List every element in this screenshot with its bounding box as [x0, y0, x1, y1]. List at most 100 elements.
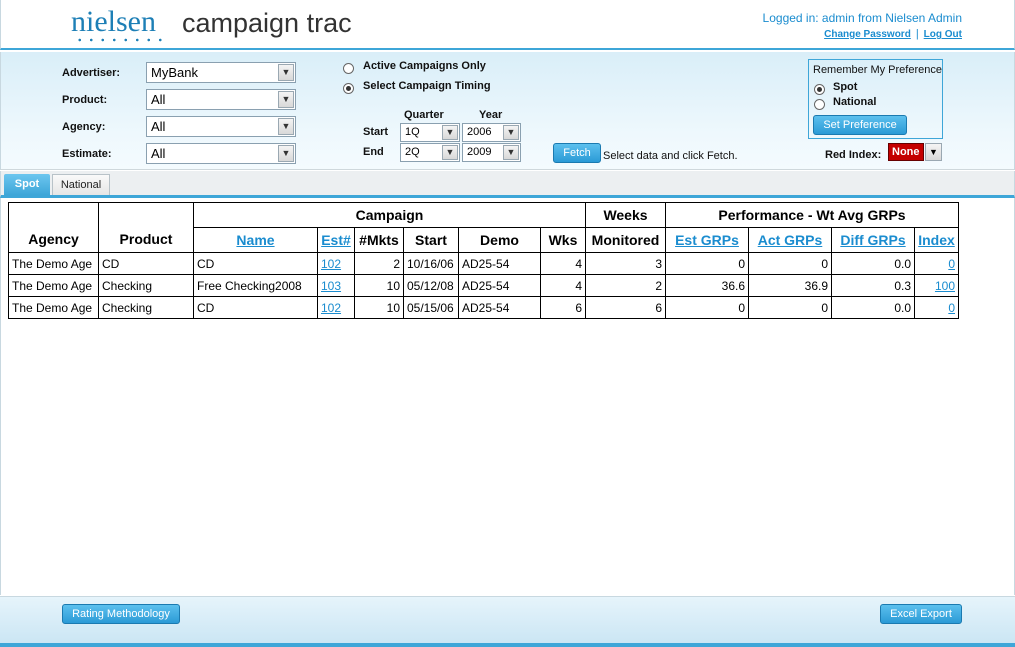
- col-diff-grps[interactable]: Diff GRPs: [831, 227, 915, 253]
- cell-index[interactable]: 100: [914, 274, 959, 297]
- chevron-down-icon[interactable]: ▼: [278, 118, 294, 135]
- tab-spot[interactable]: Spot: [4, 174, 50, 195]
- chevron-down-icon[interactable]: ▼: [925, 143, 942, 161]
- year-label: Year: [479, 109, 503, 121]
- cell-wks: 4: [540, 274, 586, 297]
- start-label: Start: [363, 126, 389, 138]
- cell-mkts: 10: [354, 296, 404, 319]
- set-preference-button[interactable]: Set Preference: [813, 115, 907, 135]
- group-campaign: Campaign: [193, 202, 586, 228]
- log-out-link[interactable]: Log Out: [924, 29, 962, 40]
- cell-est-grps: 36.6: [665, 274, 749, 297]
- col-index[interactable]: Index: [914, 227, 959, 253]
- estimate-select[interactable]: All ▼: [146, 143, 296, 164]
- chevron-down-icon[interactable]: ▼: [442, 125, 458, 140]
- estimate-link[interactable]: 102: [321, 257, 341, 271]
- select-timing-label: Select Campaign Timing: [363, 80, 491, 92]
- active-campaigns-radio[interactable]: [343, 63, 354, 74]
- advertiser-value: MyBank: [151, 65, 198, 80]
- cell-index[interactable]: 0: [914, 252, 959, 275]
- chevron-down-icon[interactable]: ▼: [503, 145, 519, 160]
- end-year-select[interactable]: 2009 ▼: [462, 143, 521, 162]
- cell-est[interactable]: 102: [317, 296, 355, 319]
- col-est[interactable]: Est#: [317, 227, 355, 253]
- group-weeks: Weeks: [585, 202, 666, 228]
- campaign-table: Agency Product Campaign Weeks Performanc…: [8, 202, 959, 319]
- cell-mkts: 10: [354, 274, 404, 297]
- estimate-label: Estimate:: [62, 148, 112, 160]
- cell-agency: The Demo Age: [8, 252, 99, 275]
- red-index-select[interactable]: None ▼: [888, 143, 943, 161]
- sort-act-grps-link[interactable]: Act GRPs: [758, 232, 823, 248]
- cell-product: Checking: [98, 274, 194, 297]
- sort-diff-grps-link[interactable]: Diff GRPs: [840, 232, 905, 248]
- cell-act-grps: 36.9: [748, 274, 832, 297]
- sort-index-link[interactable]: Index: [918, 232, 955, 248]
- cell-index[interactable]: 0: [914, 296, 959, 319]
- red-index-label: Red Index:: [825, 149, 882, 161]
- cell-demo: AD25-54: [458, 296, 541, 319]
- preference-spot-radio[interactable]: [814, 84, 825, 95]
- sort-name-link[interactable]: Name: [236, 232, 274, 248]
- cell-weeks-monitored: 2: [585, 274, 666, 297]
- sort-est-link[interactable]: Est#: [321, 232, 351, 248]
- agency-select[interactable]: All ▼: [146, 116, 296, 137]
- table-row: The Demo Age Checking CD 102 10 05/15/06…: [8, 296, 959, 319]
- active-campaigns-label: Active Campaigns Only: [363, 60, 486, 72]
- cell-demo: AD25-54: [458, 274, 541, 297]
- rating-methodology-button[interactable]: Rating Methodology: [62, 604, 180, 624]
- chevron-down-icon[interactable]: ▼: [278, 64, 294, 81]
- logo-dots: [74, 38, 166, 42]
- cell-name: CD: [193, 252, 318, 275]
- table-row: The Demo Age Checking Free Checking2008 …: [8, 274, 959, 297]
- end-year-value: 2009: [467, 146, 492, 158]
- sort-est-grps-link[interactable]: Est GRPs: [675, 232, 739, 248]
- cell-start: 10/16/06: [403, 252, 459, 275]
- cell-product: Checking: [98, 296, 194, 319]
- cell-est[interactable]: 102: [317, 252, 355, 275]
- col-name[interactable]: Name: [193, 227, 318, 253]
- group-performance: Performance - Wt Avg GRPs: [665, 202, 959, 228]
- app-title: campaign trac: [182, 8, 352, 38]
- fetch-button[interactable]: Fetch: [553, 143, 601, 163]
- tab-national[interactable]: National: [52, 174, 110, 195]
- product-value: All: [151, 92, 166, 107]
- quarter-label: Quarter: [404, 109, 444, 121]
- advertiser-select[interactable]: MyBank ▼: [146, 62, 296, 83]
- product-label: Product:: [62, 94, 108, 106]
- col-agency: Agency: [8, 202, 99, 253]
- product-select[interactable]: All ▼: [146, 89, 296, 110]
- col-mkts: #Mkts: [354, 227, 404, 253]
- cell-est[interactable]: 103: [317, 274, 355, 297]
- cell-wks: 4: [540, 252, 586, 275]
- select-timing-radio[interactable]: [343, 83, 354, 94]
- col-est-grps[interactable]: Est GRPs: [665, 227, 749, 253]
- start-year-select[interactable]: 2006 ▼: [462, 123, 521, 142]
- account-links: Change Password | Log Out: [824, 28, 962, 40]
- start-quarter-select[interactable]: 1Q ▼: [400, 123, 460, 142]
- chevron-down-icon[interactable]: ▼: [278, 91, 294, 108]
- chevron-down-icon[interactable]: ▼: [503, 125, 519, 140]
- excel-export-button[interactable]: Excel Export: [880, 604, 962, 624]
- chevron-down-icon[interactable]: ▼: [278, 145, 294, 162]
- index-link[interactable]: 100: [935, 279, 955, 293]
- agency-label: Agency:: [62, 121, 106, 133]
- cell-act-grps: 0: [748, 296, 832, 319]
- estimate-link[interactable]: 103: [321, 279, 341, 293]
- cell-diff-grps: 0.0: [831, 252, 915, 275]
- app-header: nielsen campaign trac Logged in: admin f…: [0, 0, 1015, 50]
- index-link[interactable]: 0: [948, 257, 955, 271]
- col-act-grps[interactable]: Act GRPs: [748, 227, 832, 253]
- red-index-value: None: [888, 143, 924, 161]
- chevron-down-icon[interactable]: ▼: [442, 145, 458, 160]
- col-weeks-monitored: Monitored: [585, 227, 666, 253]
- cell-agency: The Demo Age: [8, 274, 99, 297]
- preference-national-radio[interactable]: [814, 99, 825, 110]
- estimate-link[interactable]: 102: [321, 301, 341, 315]
- nielsen-logo: nielsen: [71, 5, 156, 38]
- preference-title: Remember My Preference: [813, 64, 942, 76]
- index-link[interactable]: 0: [948, 301, 955, 315]
- change-password-link[interactable]: Change Password: [824, 29, 911, 40]
- end-quarter-select[interactable]: 2Q ▼: [400, 143, 460, 162]
- link-separator: |: [915, 28, 919, 40]
